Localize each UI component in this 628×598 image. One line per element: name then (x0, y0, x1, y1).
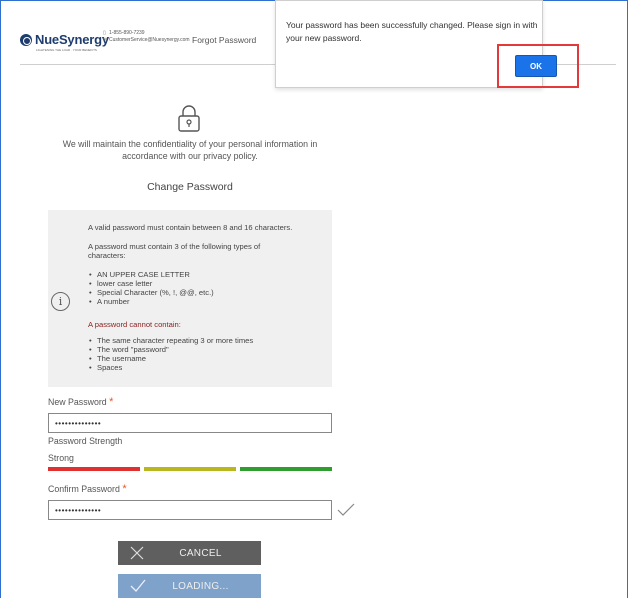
form-title: Change Password (147, 181, 233, 193)
strength-bar-3 (240, 467, 332, 471)
new-password-label-text: New Password (48, 397, 107, 407)
list-item: A number (88, 297, 214, 306)
dialog-message: Your password has been successfully chan… (286, 20, 538, 43)
strength-bar-2 (144, 467, 236, 471)
ok-button-highlight (497, 44, 579, 88)
list-item: The username (88, 354, 253, 363)
strength-value: Strong (48, 453, 74, 463)
loading-button[interactable]: LOADING... (118, 574, 261, 598)
lock-icon (177, 104, 201, 137)
logo-mark-icon (20, 33, 32, 46)
page-title: Forgot Password (192, 35, 257, 45)
length-rule: A valid password must contain between 8 … (88, 223, 293, 232)
phone-row: ▯ 1-855-890-7239 (103, 30, 190, 37)
list-item: AN UPPER CASE LETTER (88, 270, 214, 279)
logo: NueSynergy (20, 32, 109, 47)
contact-info: ▯ 1-855-890-7239 ✉ CustomerService@Nuesy… (103, 30, 190, 44)
logo-text: NueSynergy (35, 32, 109, 47)
email-row: ✉ CustomerService@Nuesynergy.com (103, 37, 190, 44)
strength-bar-1 (48, 467, 140, 471)
loading-button-label: LOADING... (172, 580, 229, 592)
list-item: The same character repeating 3 or more t… (88, 336, 253, 345)
confirm-password-field[interactable]: •••••••••••••• (48, 500, 332, 520)
confirm-password-label: Confirm Password * (48, 483, 127, 495)
new-password-field[interactable]: •••••••••••••• (48, 413, 332, 433)
strength-label: Password Strength (48, 436, 123, 446)
list-item: Spaces (88, 363, 253, 372)
info-icon: i (51, 292, 70, 311)
cancel-button-label: CANCEL (179, 547, 222, 559)
logo-tagline: LIGHTENING THE LOAD · YOUR BENEFITS (36, 48, 97, 52)
required-marker: * (122, 483, 127, 495)
privacy-notice: We will maintain the confidentiality of … (62, 139, 318, 161)
list-item: Special Character (%, !, @@, etc.) (88, 288, 214, 297)
password-rules-panel: i A valid password must contain between … (48, 210, 332, 387)
types-intro: A password must contain 3 of the followi… (88, 242, 261, 260)
cannot-contain-label: A password cannot contain: (88, 320, 181, 329)
forbidden-list: The same character repeating 3 or more t… (88, 336, 253, 372)
list-item: lower case letter (88, 279, 214, 288)
email-address[interactable]: CustomerService@Nuesynergy.com (109, 37, 190, 44)
list-item: The word "password" (88, 345, 253, 354)
checkmark-icon (337, 503, 355, 522)
cancel-button[interactable]: CANCEL (118, 541, 261, 565)
confirm-password-label-text: Confirm Password (48, 484, 120, 494)
new-password-label: New Password * (48, 396, 113, 408)
required-marker: * (109, 396, 114, 408)
required-types-list: AN UPPER CASE LETTER lower case letter S… (88, 270, 214, 306)
phone-number: 1-855-890-7239 (109, 30, 145, 36)
